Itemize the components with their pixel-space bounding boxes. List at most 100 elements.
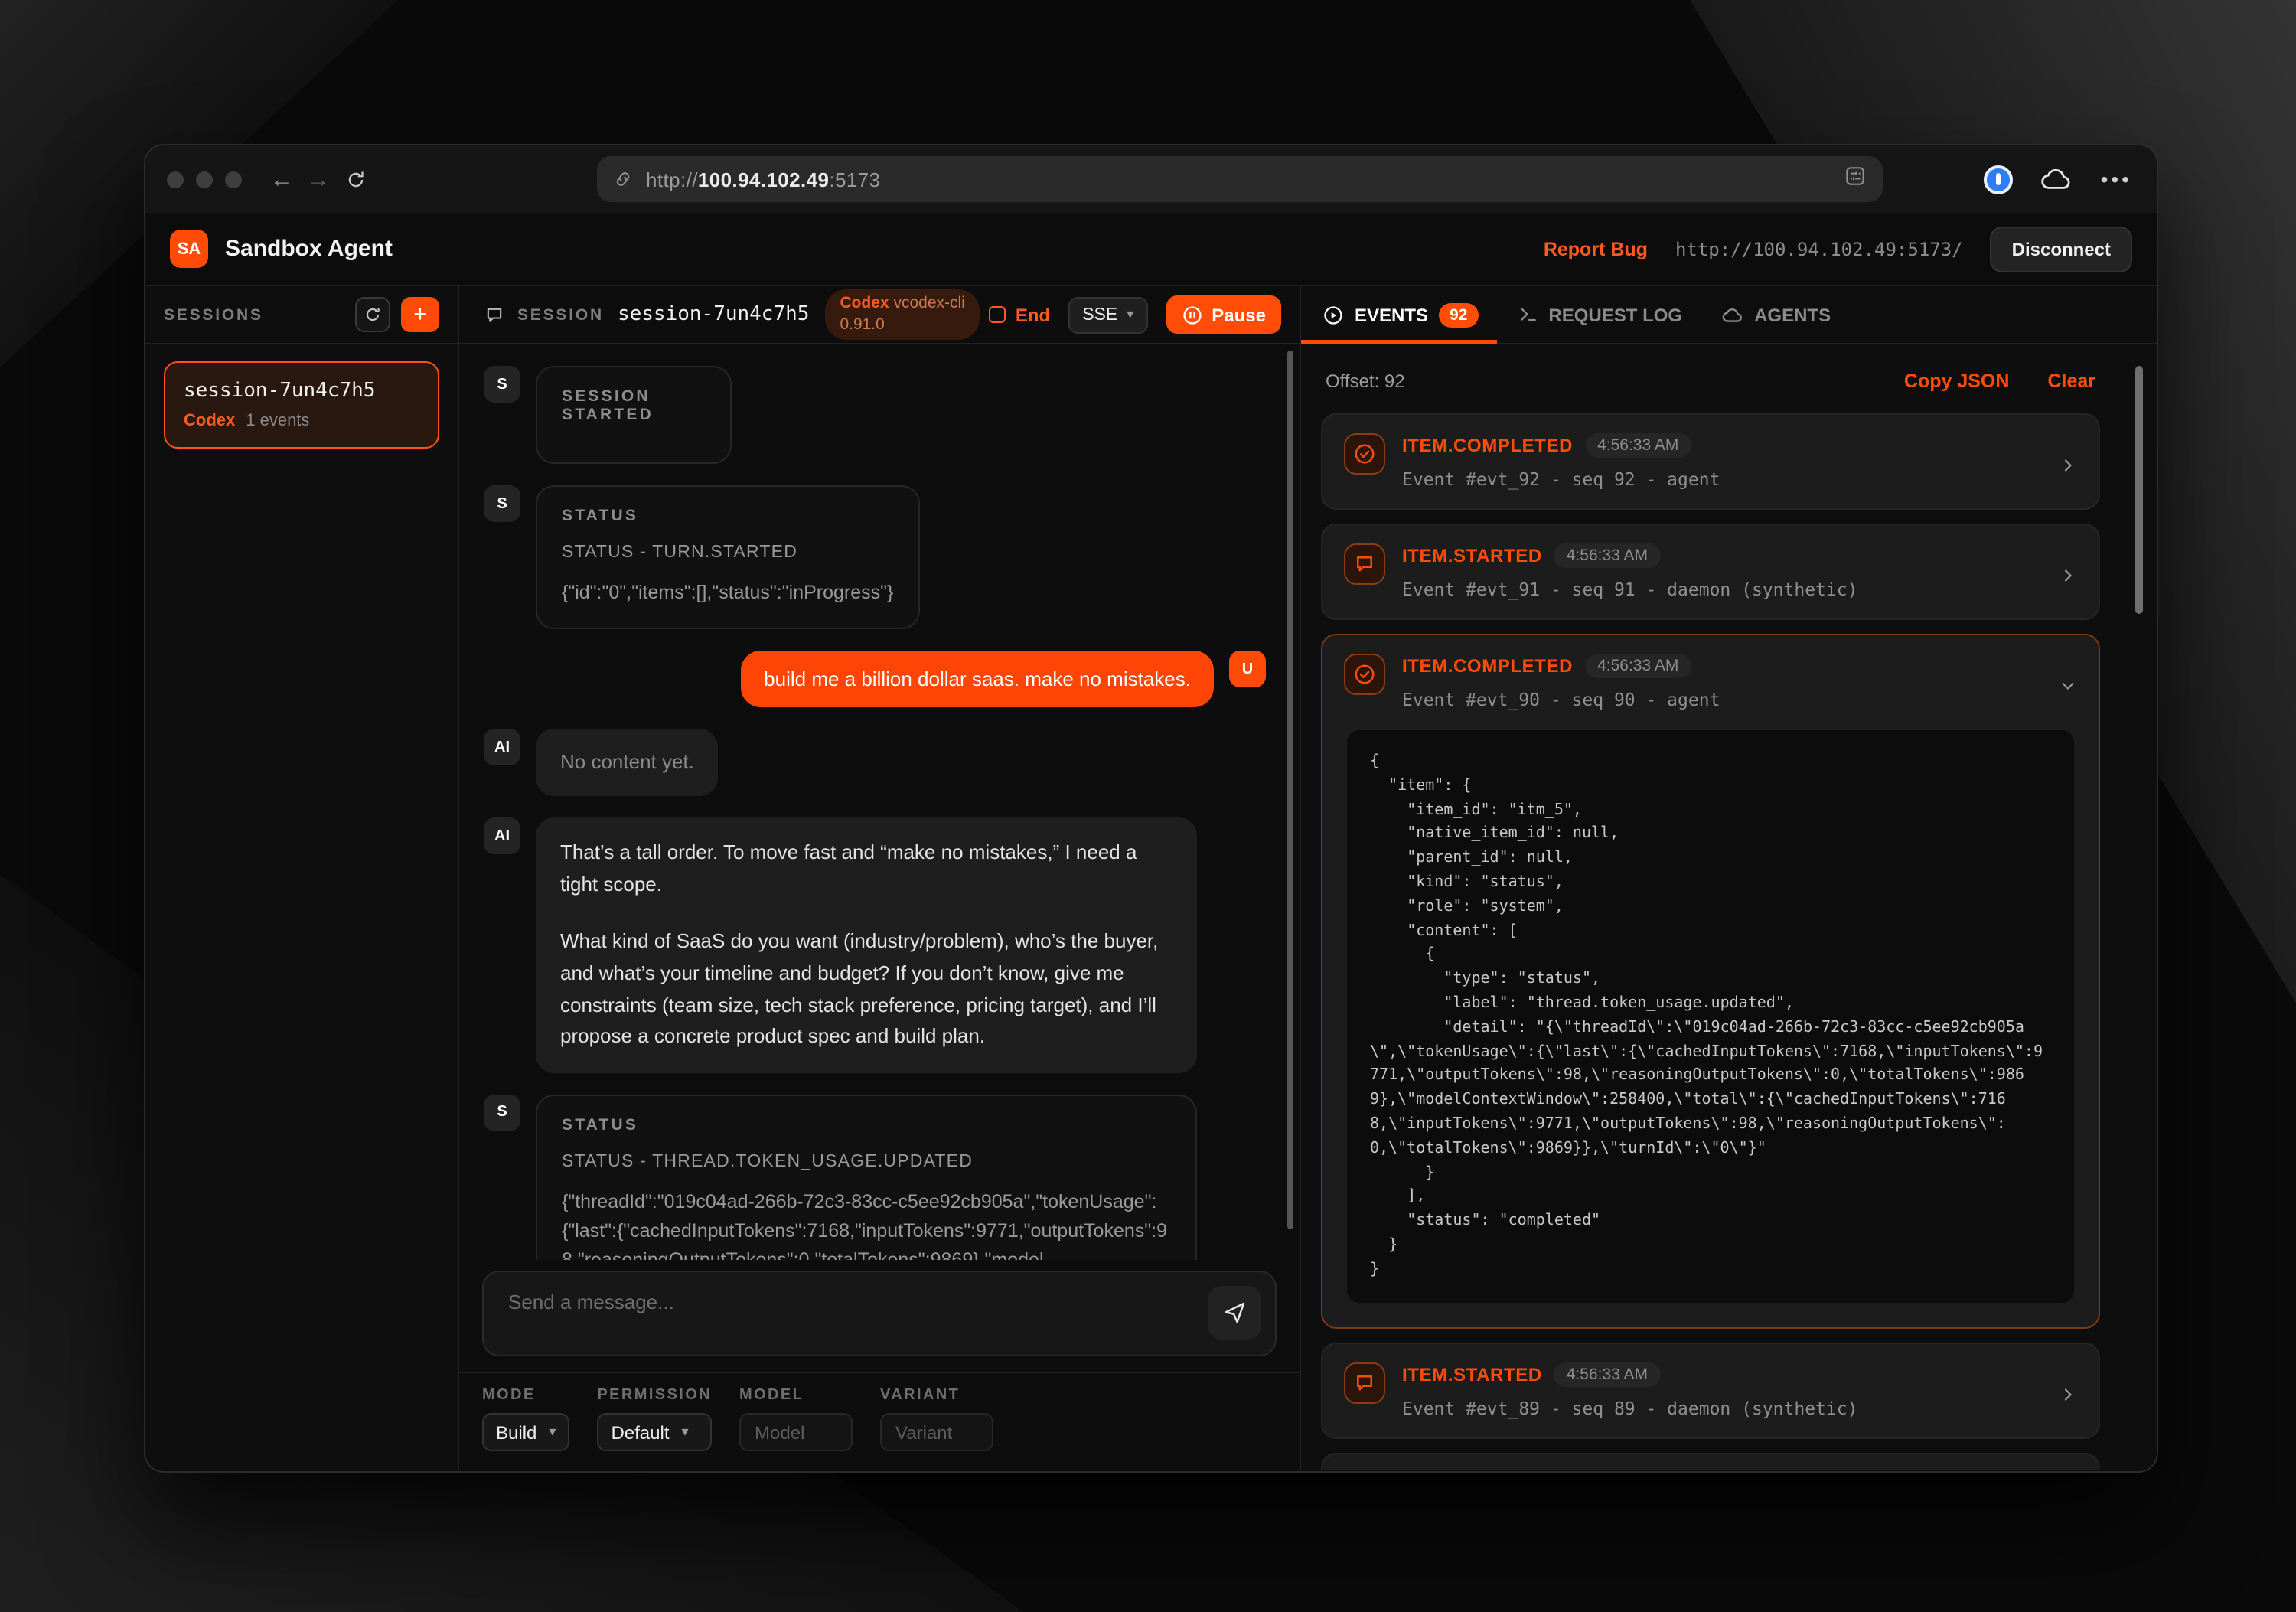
refresh-icon [363,305,383,325]
message-icon [484,304,505,325]
send-icon [1221,1300,1247,1326]
ai-avatar: AI [484,729,520,766]
event-card[interactable]: ITEM.STARTED 4:56:33 AM Event #evt_89 - … [1321,1342,2100,1438]
password-manager-icon[interactable] [1985,165,2014,194]
message-bubble: STATUS STATUS - THREAD.TOKEN_USAGE.UPDAT… [536,1094,1197,1260]
pause-label: Pause [1212,304,1266,325]
pause-icon [1181,304,1202,325]
copy-json-button[interactable]: Copy JSON [1904,370,2010,392]
app-title: Sandbox Agent [225,236,393,262]
permission-select[interactable]: Default ▾ [597,1413,712,1451]
chevron-right-icon[interactable] [2059,1383,2077,1411]
event-time: 4:56:33 AM [1585,433,1691,458]
chat-message-status: S STATUS STATUS - TURN.STARTED {"id":"0"… [484,485,1266,630]
model-input[interactable]: Model [739,1413,853,1451]
cloud-icon[interactable] [2041,167,2073,191]
agent-name: Codex [840,295,889,313]
tab-events[interactable]: EVENTS 92 [1322,302,1478,327]
tab-request-log[interactable]: REQUEST LOG [1518,304,1682,325]
message-icon [1344,1362,1385,1403]
chevron-down-icon: ▾ [1127,306,1133,323]
forward-button[interactable]: → [300,161,337,197]
link-icon [612,168,634,190]
chevron-right-icon[interactable] [2059,455,2077,482]
ai-avatar: AI [484,818,520,855]
report-bug-link[interactable]: Report Bug [1544,238,1648,259]
event-card-expanded[interactable]: ITEM.COMPLETED 4:56:33 AM Event #evt_90 … [1321,634,2100,1328]
ai-paragraph: That’s a tall order. To move fast and “m… [560,838,1172,901]
close-window-button[interactable] [167,171,184,188]
tab-events-label: EVENTS [1355,304,1428,325]
sessions-heading: SESSIONS [164,305,263,324]
session-name: session-7un4c7h5 [184,380,419,403]
transport-value: SSE [1082,305,1117,324]
event-card[interactable]: ITEM.COMPLETED 4:56:33 AM Event #evt_92 … [1321,413,2100,510]
system-avatar: S [484,1094,520,1131]
sliders-icon [1843,163,1867,188]
chat-scrollbar[interactable] [1287,351,1293,1229]
reload-button[interactable] [337,161,373,197]
app-logo: SA [170,230,208,268]
status-kicker: STATUS [562,1115,1171,1134]
refresh-sessions-button[interactable] [355,297,390,332]
back-button[interactable]: ← [263,161,300,197]
event-time: 4:56:33 AM [1585,654,1691,678]
pause-button[interactable]: Pause [1166,295,1281,334]
desktop-background: ← → http://100.94.102.49:5173 [0,0,2296,1612]
events-panel: EVENTS 92 REQUEST LOG A [1301,286,2157,1470]
model-label: MODEL [739,1387,853,1404]
tab-agents[interactable]: AGENTS [1722,304,1831,325]
reload-icon [344,168,367,191]
send-button[interactable] [1208,1286,1261,1340]
chat-message-ai: AI That’s a tall order. To move fast and… [484,818,1266,1072]
play-circle-icon [1322,304,1344,325]
events-scrollbar[interactable] [2135,366,2143,614]
status-kicker: STATUS [562,507,893,525]
ai-paragraph: What kind of SaaS do you want (industry/… [560,927,1172,1052]
browser-menu-icon[interactable]: ••• [2101,167,2132,191]
chevron-right-icon[interactable] [2059,565,2077,592]
events-toolbar: Offset: 92 Copy JSON Clear [1301,344,2157,406]
url-input[interactable]: http://100.94.102.49:5173 [597,156,1883,202]
mode-select[interactable]: Build ▾ [482,1413,569,1451]
event-type: ITEM.STARTED [1402,545,1542,566]
chat-message-system: S SESSION STARTED [484,366,1266,464]
chevron-down-icon[interactable] [2059,675,2077,703]
new-session-button[interactable]: + [401,297,439,332]
chat-message-user: build me a billion dollar saas. make no … [484,651,1266,708]
event-description: Event #evt_91 - seq 91 - daemon (synthet… [1402,579,1857,600]
transport-select[interactable]: SSE ▾ [1068,296,1147,333]
message-input-placeholder: Send a message... [508,1291,674,1313]
session-event-count: 1 events [246,412,309,430]
clear-button[interactable]: Clear [2047,370,2095,392]
variant-input[interactable]: Variant [880,1413,993,1451]
permission-value: Default [611,1421,669,1443]
events-list[interactable]: ITEM.COMPLETED 4:56:33 AM Event #evt_92 … [1301,406,2157,1470]
minimize-window-button[interactable] [196,171,213,188]
end-checkbox[interactable] [990,306,1006,323]
agent-cli: vcodex-cli [893,295,964,313]
end-session-control[interactable]: End [990,304,1050,325]
event-description: Event #evt_90 - seq 90 - agent [1402,689,1720,710]
event-card[interactable]: ITEM.COMPLETED 4:56:33 AM Event #evt_88 … [1321,1452,2100,1470]
chat-message-ai: AI No content yet. [484,729,1266,797]
maximize-window-button[interactable] [225,171,242,188]
ai-placeholder-text: No content yet. [560,751,694,774]
check-circle-icon [1344,433,1385,475]
browser-extensions: ••• [1985,145,2132,213]
disconnect-button[interactable]: Disconnect [1991,226,2132,272]
session-agent-badge: Codex [184,412,235,430]
window-controls [167,171,242,188]
event-type: ITEM.COMPLETED [1402,435,1573,456]
user-message-bubble: build me a billion dollar saas. make no … [741,651,1214,708]
event-type: ITEM.STARTED [1402,1363,1542,1385]
chat-message-list[interactable]: S SESSION STARTED S STATUS STATUS - TURN… [459,344,1300,1260]
session-list-item[interactable]: session-7un4c7h5 Codex 1 events [164,361,439,449]
chat-message-status: S STATUS STATUS - THREAD.TOKEN_USAGE.UPD… [484,1094,1266,1260]
message-input[interactable]: Send a message... [482,1271,1277,1356]
server-url-text: http://100.94.102.49:5173/ [1675,238,1963,259]
site-settings-button[interactable] [1843,163,1867,195]
sessions-toolbar: SESSIONS + [145,286,458,344]
system-avatar: S [484,366,520,403]
event-card[interactable]: ITEM.STARTED 4:56:33 AM Event #evt_91 - … [1321,524,2100,620]
